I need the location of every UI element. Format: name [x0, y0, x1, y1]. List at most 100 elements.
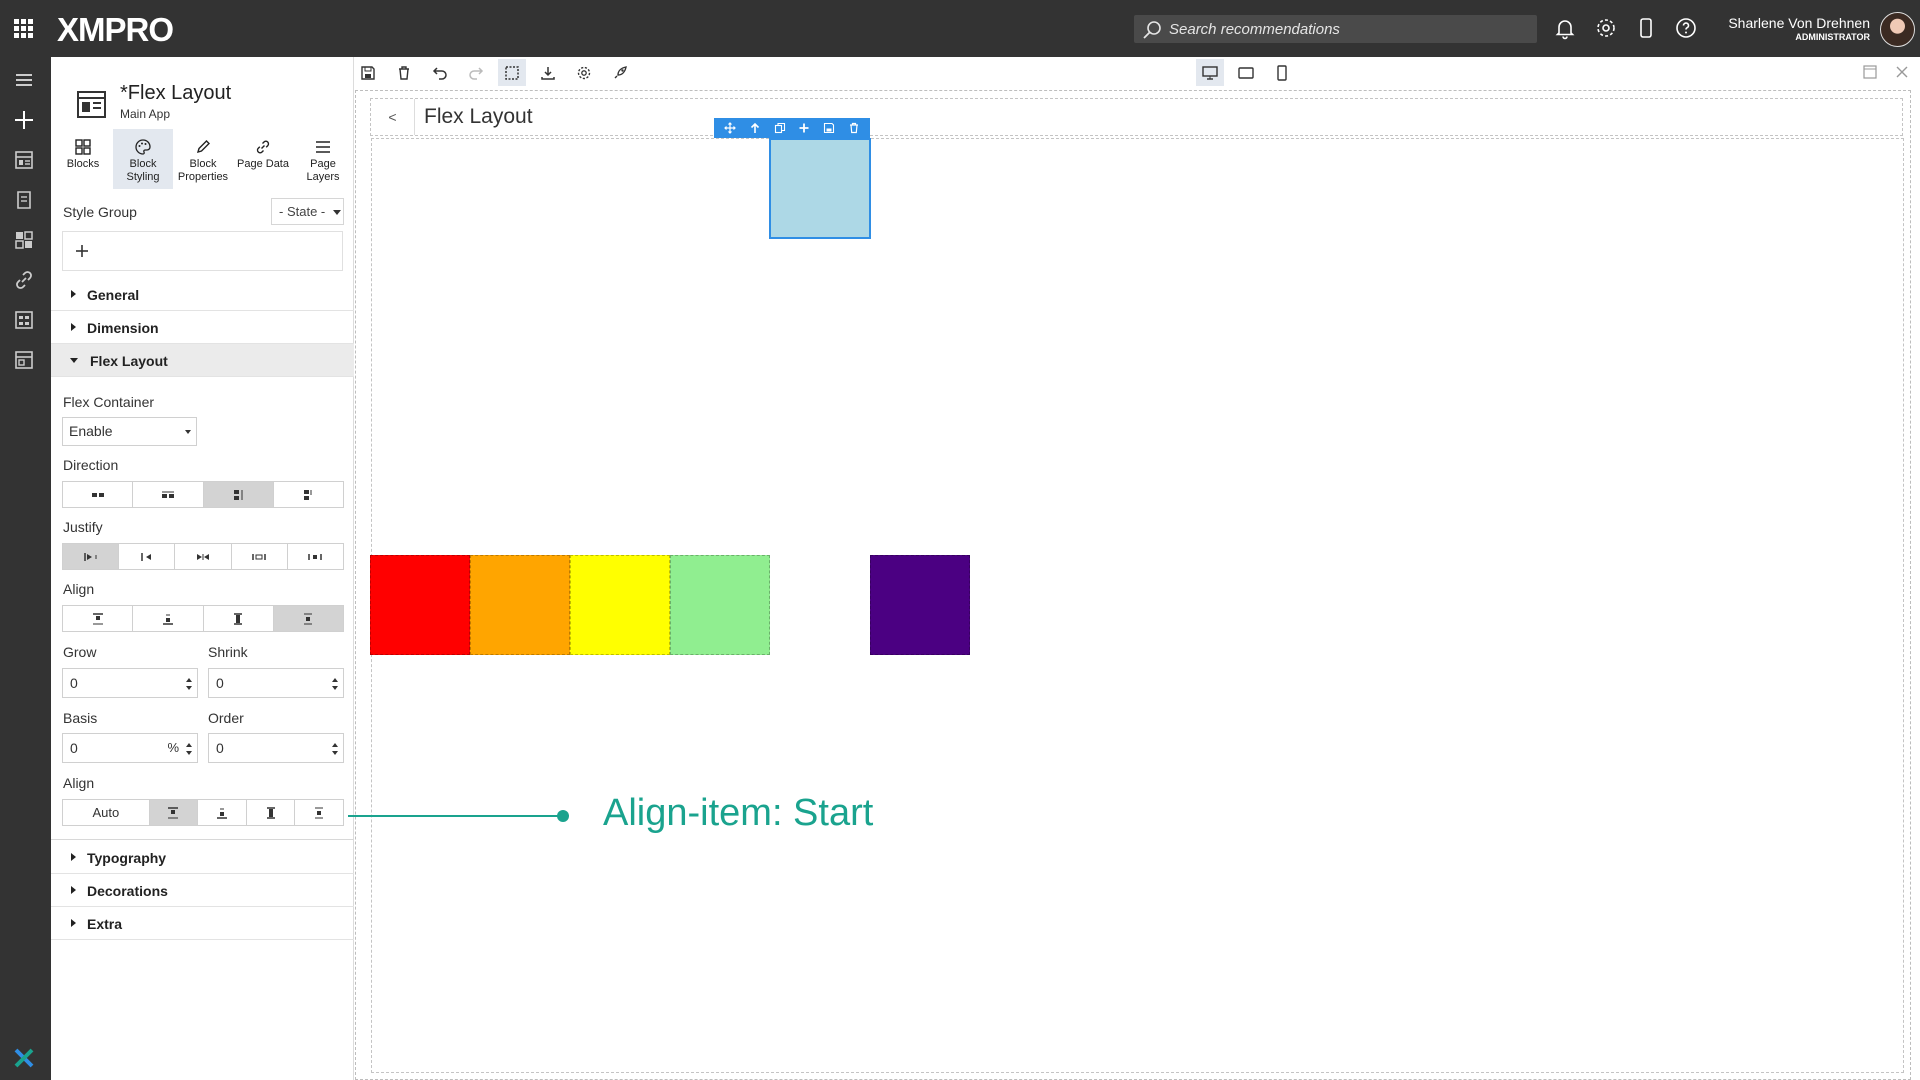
avatar[interactable]	[1880, 12, 1915, 47]
direction-row-button[interactable]	[63, 482, 134, 507]
align-center-button[interactable]	[273, 606, 343, 631]
tool-block-styling[interactable]: Block Styling	[113, 129, 173, 189]
tool-block-properties[interactable]: Block Properties	[173, 129, 233, 189]
palette-icon	[135, 139, 151, 155]
direction-column-reverse-button[interactable]	[274, 482, 343, 507]
justify-space-between-button[interactable]	[232, 544, 288, 569]
align-end-button[interactable]	[133, 606, 204, 631]
tool-page-layers[interactable]: Page Layers	[293, 129, 353, 189]
align-self-stretch-button[interactable]	[247, 800, 296, 825]
justify-start-button[interactable]	[63, 544, 120, 569]
help-icon[interactable]	[1674, 16, 1698, 40]
justify-end-button[interactable]	[119, 544, 176, 569]
show-borders-button[interactable]	[498, 59, 526, 86]
add-child-icon[interactable]	[798, 122, 810, 134]
align-self-end-button[interactable]	[198, 800, 247, 825]
orange-block[interactable]	[470, 555, 570, 655]
add-style-group-box[interactable]	[62, 231, 343, 271]
page-icon	[77, 91, 106, 118]
section-extra[interactable]: Extra	[51, 907, 354, 940]
plus-icon[interactable]	[75, 244, 89, 258]
close-icon[interactable]	[1894, 64, 1910, 80]
yellow-block[interactable]	[570, 555, 670, 655]
align-self-auto-button[interactable]: Auto	[63, 800, 150, 825]
xmpro-x-icon[interactable]	[13, 1047, 35, 1069]
section-general[interactable]: General	[51, 278, 354, 311]
dashboard-icon[interactable]	[13, 229, 35, 251]
gear-icon[interactable]	[1594, 16, 1618, 40]
link-icon	[256, 140, 270, 154]
export-button[interactable]	[534, 59, 562, 86]
spinner-icon[interactable]	[332, 743, 338, 755]
settings-button[interactable]	[570, 59, 598, 86]
flex-container-select[interactable]: Enable	[62, 417, 197, 446]
selected-block[interactable]	[769, 138, 871, 239]
page-subtitle: Main App	[120, 107, 171, 121]
red-block[interactable]	[370, 555, 470, 655]
delete-block-icon[interactable]	[848, 122, 860, 134]
align-stretch-button[interactable]	[204, 606, 274, 631]
hamburger-menu-icon[interactable]	[13, 69, 35, 91]
user-name[interactable]: Sharlene Von Drehnen	[1728, 15, 1870, 31]
section-decorations[interactable]: Decorations	[51, 874, 354, 907]
justify-start-icon	[83, 552, 97, 561]
section-typography[interactable]: Typography	[51, 841, 354, 874]
align-start-button[interactable]	[63, 606, 134, 631]
light-green-block[interactable]	[670, 555, 770, 655]
indigo-block[interactable]	[870, 555, 970, 655]
align-self-center-button[interactable]	[295, 800, 343, 825]
select-parent-icon[interactable]	[749, 122, 761, 134]
divider	[51, 839, 354, 840]
data-stream-icon[interactable]	[13, 309, 35, 331]
section-label: Typography	[87, 850, 167, 866]
grow-input[interactable]: 0	[62, 668, 198, 698]
basis-unit: %	[167, 740, 179, 755]
basis-input[interactable]: 0 %	[62, 733, 198, 763]
bell-icon[interactable]	[1553, 16, 1577, 40]
justify-center-button[interactable]	[175, 544, 232, 569]
direction-row-reverse-button[interactable]	[133, 482, 204, 507]
spinner-icon[interactable]	[332, 678, 338, 690]
delete-button[interactable]	[390, 59, 418, 86]
apps-grid-icon[interactable]	[14, 19, 33, 38]
app-logo[interactable]: XMPRO	[57, 11, 174, 49]
spinner-icon[interactable]	[186, 743, 192, 755]
back-button[interactable]: <	[371, 99, 415, 135]
tablet-view-button[interactable]	[1232, 59, 1260, 86]
justify-space-around-button[interactable]	[288, 544, 343, 569]
section-dimension[interactable]: Dimension	[51, 311, 354, 344]
desktop-view-button[interactable]	[1196, 59, 1224, 86]
direction-row-reverse-icon	[161, 491, 174, 498]
align-self-start-button[interactable]	[149, 800, 199, 825]
maximize-icon[interactable]	[1862, 64, 1878, 80]
align-self-label: Align	[63, 775, 95, 791]
save-button[interactable]	[354, 59, 382, 86]
page-header-block[interactable]	[370, 98, 1903, 136]
order-input[interactable]: 0	[208, 733, 344, 763]
copy-icon[interactable]	[774, 122, 786, 134]
tool-page-data[interactable]: Page Data	[233, 129, 293, 189]
link-icon[interactable]	[13, 269, 35, 291]
align-end-icon	[217, 808, 228, 819]
plus-icon[interactable]	[13, 109, 35, 131]
undo-button[interactable]	[426, 59, 454, 86]
recommendations-icon[interactable]	[13, 189, 35, 211]
move-icon[interactable]	[724, 122, 737, 134]
basis-label: Basis	[63, 710, 98, 726]
mobile-view-button[interactable]	[1268, 59, 1296, 86]
grow-value: 0	[70, 675, 78, 691]
mobile-device-icon[interactable]	[1634, 16, 1658, 40]
shrink-input[interactable]: 0	[208, 668, 344, 698]
save-block-icon[interactable]	[823, 122, 835, 134]
desktop-icon	[1202, 65, 1218, 80]
section-flex-layout[interactable]: Flex Layout	[51, 344, 354, 377]
direction-column-button[interactable]	[203, 482, 274, 507]
search-input[interactable]: Search recommendations	[1134, 15, 1537, 43]
state-select[interactable]: - State -	[271, 198, 344, 225]
data-integrations-icon[interactable]	[13, 349, 35, 371]
spinner-icon[interactable]	[186, 678, 192, 690]
apps-list-icon[interactable]	[13, 149, 35, 171]
tool-blocks[interactable]: Blocks	[53, 129, 113, 189]
publish-button[interactable]	[606, 59, 634, 86]
redo-button[interactable]	[462, 59, 490, 86]
